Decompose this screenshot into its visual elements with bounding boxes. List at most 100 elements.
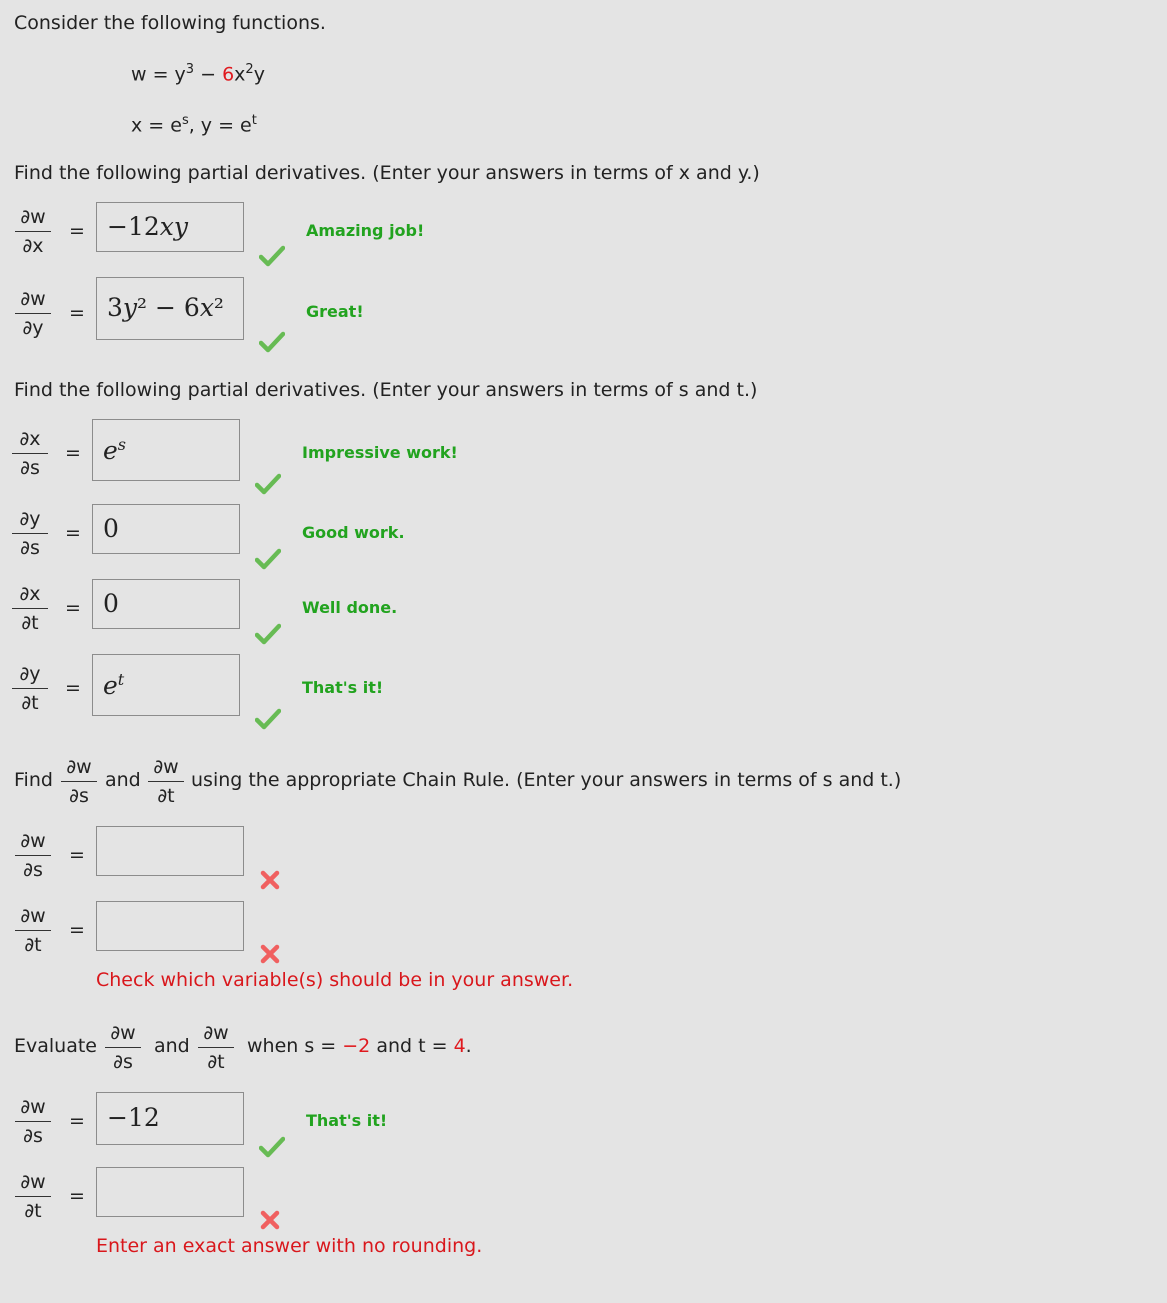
answer-input-dw-dt[interactable] bbox=[96, 901, 244, 951]
frac-den: ∂s bbox=[20, 457, 40, 479]
frac-den: ∂t bbox=[21, 612, 39, 634]
feedback-text: Great! bbox=[306, 302, 364, 321]
feedback-text: Well done. bbox=[302, 598, 398, 617]
equals-sign: = bbox=[69, 1110, 85, 1132]
cross-icon bbox=[259, 943, 281, 965]
checkmark-icon bbox=[255, 548, 281, 570]
period: . bbox=[465, 1035, 472, 1057]
frac-dx-dt: ∂x ∂t bbox=[10, 581, 50, 636]
frac-num: ∂x bbox=[19, 428, 41, 450]
frac-num: ∂w bbox=[66, 756, 92, 778]
frac-dw-dt-eval: ∂w ∂t bbox=[13, 1169, 53, 1224]
intro-text: Consider the following functions. bbox=[14, 12, 326, 34]
checkmark-icon bbox=[259, 1136, 285, 1158]
frac-dw-dt-inline: ∂w ∂t bbox=[196, 1020, 236, 1075]
answer-input-dy-dt[interactable]: et bbox=[92, 654, 240, 716]
w-x-exp: 2 bbox=[245, 62, 254, 77]
answer-value: 3y² − 6x² bbox=[107, 293, 224, 322]
frac-den: ∂t bbox=[24, 1200, 42, 1222]
function-w: w = y3 − 6x2y bbox=[131, 62, 265, 85]
answer-value: −12xy bbox=[107, 212, 188, 241]
feedback-text: Amazing job! bbox=[306, 221, 425, 240]
frac-num: ∂w bbox=[20, 830, 46, 852]
y-def: , y = e bbox=[188, 114, 252, 137]
evaluate-condition: when s = −2 and t = 4. bbox=[247, 1035, 472, 1057]
frac-num: ∂w bbox=[153, 756, 179, 778]
answer-value: 0 bbox=[103, 514, 119, 543]
section3-prompt: using the appropriate Chain Rule. (Enter… bbox=[191, 769, 902, 791]
checkmark-icon bbox=[255, 708, 281, 730]
x-exp: s bbox=[181, 113, 189, 128]
s-value: −2 bbox=[342, 1035, 371, 1057]
equals-sign: = bbox=[65, 522, 81, 544]
w-exp: 3 bbox=[185, 62, 195, 77]
answer-input-dx-ds[interactable]: es bbox=[92, 419, 240, 481]
answer-value: 0 bbox=[103, 589, 119, 618]
frac-den: ∂s bbox=[20, 537, 40, 559]
answer-input-dw-ds[interactable] bbox=[96, 826, 244, 876]
frac-den: ∂t bbox=[157, 785, 175, 807]
frac-dw-ds-eval: ∂w ∂s bbox=[13, 1094, 53, 1149]
w-x: x bbox=[234, 63, 246, 86]
frac-num: ∂y bbox=[19, 663, 41, 685]
answer-input-dw-dy[interactable]: 3y² − 6x² bbox=[96, 277, 244, 340]
frac-den: ∂t bbox=[21, 692, 39, 714]
frac-num: ∂w bbox=[203, 1022, 229, 1044]
find-label: Find bbox=[14, 769, 53, 791]
answer-value: −12 bbox=[107, 1103, 160, 1132]
frac-den: ∂s bbox=[113, 1051, 133, 1073]
frac-dw-dt-inline: ∂w ∂t bbox=[146, 754, 186, 809]
frac-dx-ds: ∂x ∂s bbox=[10, 426, 50, 481]
error-message: Check which variable(s) should be in you… bbox=[96, 969, 574, 991]
checkmark-icon bbox=[259, 245, 285, 267]
section1-prompt: Find the following partial derivatives. … bbox=[14, 162, 760, 184]
w-minus: − bbox=[194, 63, 223, 86]
feedback-text: That's it! bbox=[306, 1111, 388, 1130]
answer-value: es bbox=[103, 435, 127, 465]
frac-num: ∂x bbox=[19, 583, 41, 605]
y-exp: t bbox=[251, 113, 257, 128]
error-message: Enter an exact answer with no rounding. bbox=[96, 1235, 483, 1257]
checkmark-icon bbox=[255, 473, 281, 495]
and-label: and bbox=[154, 1035, 190, 1057]
cross-icon bbox=[259, 1209, 281, 1231]
x-def: x = e bbox=[131, 114, 182, 137]
equals-sign: = bbox=[69, 844, 85, 866]
frac-dw-ds-inline: ∂w ∂s bbox=[103, 1020, 143, 1075]
frac-den: ∂y bbox=[22, 317, 44, 339]
t-value: 4 bbox=[453, 1035, 466, 1057]
evaluate-label: Evaluate bbox=[14, 1035, 97, 1057]
answer-input-dx-dt[interactable]: 0 bbox=[92, 579, 240, 629]
frac-den: ∂t bbox=[207, 1051, 225, 1073]
frac-den: ∂t bbox=[24, 934, 42, 956]
feedback-text: That's it! bbox=[302, 678, 384, 697]
answer-input-dy-ds[interactable]: 0 bbox=[92, 504, 240, 554]
equals-sign: = bbox=[69, 919, 85, 941]
frac-num: ∂w bbox=[20, 288, 46, 310]
cross-icon bbox=[259, 869, 281, 891]
equals-sign: = bbox=[65, 597, 81, 619]
checkmark-icon bbox=[259, 331, 285, 353]
frac-den: ∂x bbox=[22, 235, 44, 257]
frac-num: ∂w bbox=[110, 1022, 136, 1044]
feedback-text: Good work. bbox=[302, 523, 405, 542]
frac-num: ∂y bbox=[19, 508, 41, 530]
answer-input-dw-dx[interactable]: −12xy bbox=[96, 202, 244, 252]
equals-sign: = bbox=[69, 1185, 85, 1207]
equals-sign: = bbox=[69, 302, 85, 324]
frac-num: ∂w bbox=[20, 206, 46, 228]
checkmark-icon bbox=[255, 623, 281, 645]
frac-num: ∂w bbox=[20, 1096, 46, 1118]
w-prefix: w = y bbox=[131, 63, 186, 86]
when-text: when s = bbox=[247, 1035, 343, 1057]
equals-sign: = bbox=[65, 442, 81, 464]
w-y: y bbox=[253, 63, 265, 86]
frac-den: ∂s bbox=[69, 785, 89, 807]
answer-input-dw-ds-eval[interactable]: −12 bbox=[96, 1092, 244, 1145]
answer-input-dw-dt-eval[interactable] bbox=[96, 1167, 244, 1217]
frac-den: ∂s bbox=[23, 859, 43, 881]
frac-den: ∂s bbox=[23, 1125, 43, 1147]
frac-dw-ds-inline: ∂w ∂s bbox=[59, 754, 99, 809]
equals-sign: = bbox=[69, 220, 85, 242]
feedback-text: Impressive work! bbox=[302, 443, 458, 462]
